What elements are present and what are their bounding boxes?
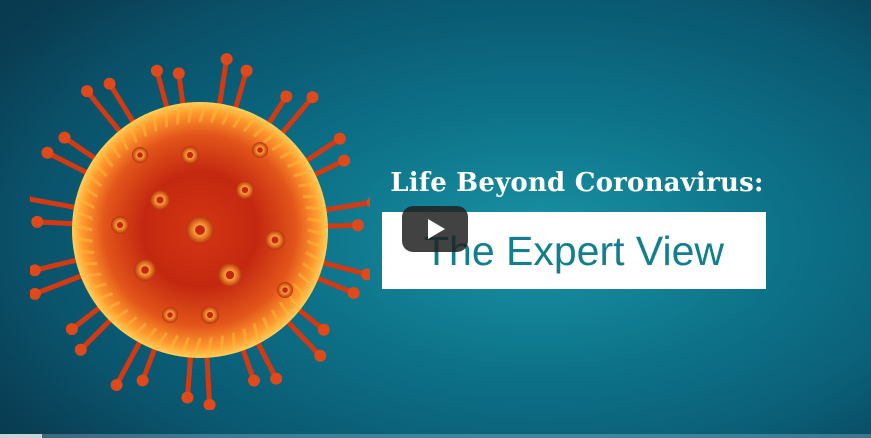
virus-rim-texture	[231, 332, 236, 352]
play-icon	[428, 219, 445, 239]
virus-spike-tip	[181, 391, 194, 404]
virus-spike-tip	[150, 64, 163, 77]
virus-spike	[32, 270, 91, 297]
video-title: Life Beyond Coronavirus:	[390, 168, 764, 198]
virus-rim-texture	[75, 249, 95, 254]
virus-spike-tip	[65, 323, 78, 336]
virus-spike-tip	[110, 378, 123, 391]
virus-rim-texture	[302, 194, 322, 199]
virus-surface-nub-center	[206, 311, 214, 319]
video-player[interactable]: Life Beyond Coronavirus: The Expert View	[0, 0, 871, 438]
progress-bar-fill	[0, 434, 42, 438]
virus-rim-texture	[219, 335, 224, 355]
play-button[interactable]	[402, 206, 468, 252]
virus-spike-tip	[280, 90, 293, 103]
virus-spike-tip	[240, 64, 253, 77]
virus-rim-texture	[164, 108, 169, 128]
virus-surface-nub-center	[141, 266, 149, 274]
virus-spike-tip	[172, 67, 185, 80]
virus-spike-tip	[338, 154, 351, 167]
virus-spike-tip	[41, 146, 54, 159]
virus-rim-texture	[176, 105, 181, 125]
virus-surface-nub-center	[156, 196, 164, 204]
virus-surface-nub-center	[116, 221, 124, 229]
virus-spike-tip	[74, 343, 87, 356]
virus-surface-nub-center	[186, 151, 194, 159]
virus-surface-nub-center	[282, 287, 288, 293]
virus-surface-nub-center	[225, 270, 235, 280]
virus-spike-tip	[58, 131, 71, 144]
progress-bar[interactable]	[0, 434, 871, 438]
virus-spike-tip	[333, 132, 346, 145]
virus-spike-tip	[270, 372, 283, 385]
virus-surface-nub-center	[271, 236, 279, 244]
virus-rim-texture	[78, 261, 98, 266]
virus-spike-tip	[317, 323, 330, 336]
virus-spike-tip	[136, 374, 149, 387]
virus-surface-nub-center	[241, 186, 249, 194]
virus-surface-nub-center	[137, 152, 143, 158]
virus-spike-tip	[314, 349, 327, 362]
virus-surface-nub-center	[195, 225, 205, 235]
virus-surface-nub-center	[167, 312, 173, 318]
virus-spike-tip	[30, 264, 41, 277]
virus-spike-tip	[203, 398, 216, 410]
virus-spike-tip	[347, 286, 360, 299]
virus-rim-texture	[305, 206, 325, 211]
virus-spike-tip	[31, 215, 44, 228]
virus-spike-tip	[220, 53, 233, 66]
virus-spike-tip	[103, 77, 116, 90]
virus-spike-tip	[366, 196, 370, 208]
virus-spike-tip	[247, 374, 260, 387]
virus-spike-tip	[351, 219, 364, 232]
coronavirus-illustration	[30, 53, 370, 410]
virus-spike-tip	[30, 195, 31, 202]
virus-spike-tip	[361, 268, 370, 281]
virus-spike-tip	[81, 85, 94, 98]
virus-spike-tip	[306, 91, 319, 104]
virus-surface-nub-center	[257, 147, 263, 153]
virus-spike	[204, 347, 213, 408]
